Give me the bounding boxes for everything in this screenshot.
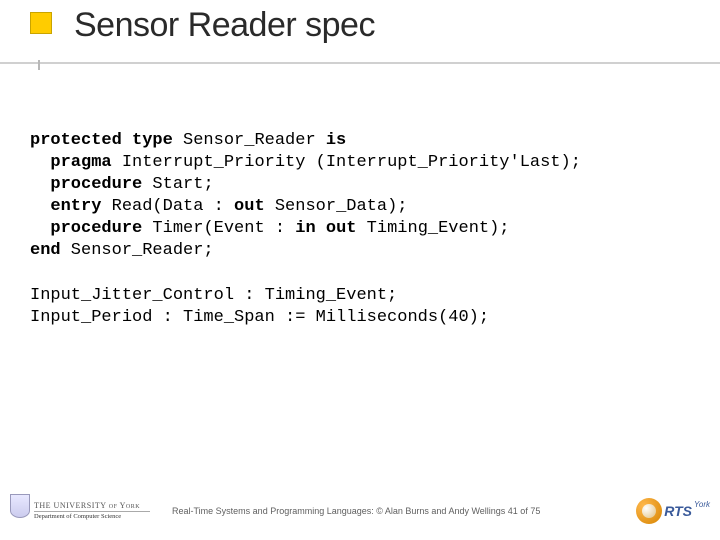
title-bullet-icon [30, 12, 52, 34]
university-name: THE UNIVERSITY of York [34, 502, 150, 511]
slide-title: Sensor Reader spec [74, 6, 720, 45]
code-text: Timing_Event); [356, 219, 509, 238]
code-text: Sensor_Reader; [61, 241, 214, 260]
footer: THE UNIVERSITY of York Department of Com… [0, 490, 720, 532]
kw-protected-type: protected type [30, 131, 173, 150]
footer-text: Real-Time Systems and Programming Langua… [162, 506, 624, 516]
title-area: Sensor Reader spec [0, 0, 720, 70]
rts-globe-inner [642, 504, 656, 518]
code-text: Input_Jitter_Control : Timing_Event; [30, 286, 397, 305]
title-underline-tick [38, 60, 40, 70]
rts-globe-icon [636, 498, 662, 524]
indent [30, 153, 50, 172]
rts-logo: RTS York [636, 498, 710, 524]
code-text: Read(Data : [101, 197, 234, 216]
kw-end: end [30, 241, 61, 260]
kw-pragma: pragma [50, 153, 111, 172]
code-text: Input_Period : Time_Span := Milliseconds… [30, 308, 489, 327]
title-underline [0, 62, 720, 64]
kw-out: out [234, 197, 265, 216]
code-text: Sensor_Data); [265, 197, 408, 216]
kw-in-out: in out [295, 219, 356, 238]
indent [30, 175, 50, 194]
rts-text: RTS [664, 503, 692, 519]
code-text: Interrupt_Priority (Interrupt_Priority'L… [112, 153, 581, 172]
kw-is: is [326, 131, 346, 150]
code-text: Timer(Event : [142, 219, 295, 238]
code-block: protected type Sensor_Reader is pragma I… [30, 130, 690, 329]
indent [30, 197, 50, 216]
university-logo: THE UNIVERSITY of York Department of Com… [10, 492, 150, 530]
slide: Sensor Reader spec protected type Sensor… [0, 0, 720, 540]
kw-entry: entry [50, 197, 101, 216]
rts-york: York [694, 500, 710, 509]
shield-icon [10, 494, 30, 518]
code-text: Start; [142, 175, 213, 194]
kw-procedure: procedure [50, 219, 142, 238]
indent [30, 219, 50, 238]
kw-procedure: procedure [50, 175, 142, 194]
code-text: Sensor_Reader [173, 131, 326, 150]
department-name: Department of Computer Science [34, 511, 150, 520]
